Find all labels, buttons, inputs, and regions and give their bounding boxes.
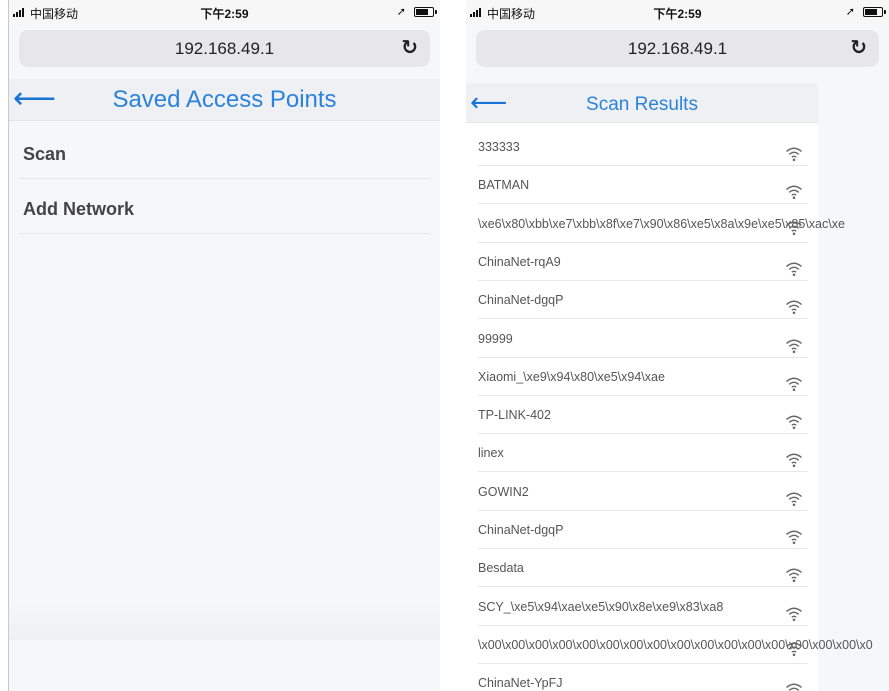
network-row[interactable]: TP-LINK-402 <box>478 396 818 435</box>
network-row[interactable]: 333333 <box>478 128 818 166</box>
wifi-icon <box>785 675 803 691</box>
network-row[interactable]: ChinaNet-rqA9 <box>478 243 818 281</box>
location-arrow-icon: ➚ <box>845 6 855 18</box>
scan-results-screen: 中国移动 下午2:59 ➚ 192.168.49.1 ↻ ⟵ Scan Resu… <box>466 0 889 691</box>
wifi-icon <box>785 139 803 162</box>
url-text: 192.168.49.1 <box>627 39 728 58</box>
address-bar[interactable]: 192.168.49.1 ↻ <box>476 30 879 67</box>
network-ssid: TP-LINK-402 <box>478 408 551 423</box>
saved-access-points-screen: 中国移动 下午2:59 ➚ 192.168.49.1 ↻ ⟵ Saved Acc… <box>8 0 440 691</box>
reload-icon[interactable]: ↻ <box>850 30 867 67</box>
network-ssid: GOWIN2 <box>478 484 529 499</box>
network-ssid: ChinaNet-dgqP <box>478 293 564 308</box>
network-ssid: \x00\x00\x00\x00\x00\x00\x00\x00\x00\x00… <box>478 637 873 652</box>
network-row[interactable]: linex <box>478 434 818 473</box>
network-row[interactable]: \xe6\x80\xbb\xe7\xbb\x8f\xe7\x90\x86\xe5… <box>478 205 845 243</box>
network-ssid: SCY_\xe5\x94\xae\xe5\x90\x8e\xe9\x83\xa8 <box>478 599 724 614</box>
wifi-icon <box>785 331 803 353</box>
app-header: ⟵ Saved Access Points <box>9 79 440 121</box>
network-ssid: Besdata <box>478 561 524 576</box>
network-ssid: Xiaomi_\xe9\x94\x80\xe5\x94\xae <box>478 369 665 384</box>
menu-item-scan[interactable]: Scan <box>9 129 440 179</box>
wifi-icon <box>785 292 803 315</box>
address-bar[interactable]: 192.168.49.1 ↻ <box>19 30 430 67</box>
status-bar: 中国移动 下午2:59 ➚ <box>9 0 440 24</box>
network-row[interactable]: ChinaNet-dgqP <box>478 281 818 320</box>
wifi-icon <box>785 560 803 583</box>
network-row[interactable]: SCY_\xe5\x94\xae\xe5\x90\x8e\xe9\x83\xa8 <box>478 588 818 626</box>
wifi-icon <box>785 369 803 391</box>
url-text: 192.168.49.1 <box>174 39 275 58</box>
wifi-icon <box>785 407 803 430</box>
network-row[interactable]: GOWIN2 <box>478 473 818 511</box>
page-title: Saved Access Points <box>112 86 337 113</box>
wifi-icon <box>785 213 803 235</box>
network-ssid: ChinaNet-dgqP <box>478 523 564 537</box>
network-row[interactable]: ChinaNet-dgqP <box>478 511 818 549</box>
location-arrow-icon: ➚ <box>396 6 406 18</box>
network-ssid: ChinaNet-rqA9 <box>478 254 561 269</box>
network-row[interactable]: BATMAN <box>478 166 818 205</box>
status-time: 下午2:59 <box>200 7 249 21</box>
battery-icon <box>863 7 886 17</box>
network-row[interactable]: Xiaomi_\xe9\x94\x80\xe5\x94\xae <box>478 358 818 396</box>
network-row[interactable]: ChinaNet-YpFJ <box>478 664 818 691</box>
status-bar: 中国移动 下午2:59 ➚ <box>466 0 889 24</box>
network-ssid: BATMAN <box>478 178 530 193</box>
network-ssid: linex <box>478 446 504 461</box>
wifi-icon <box>785 522 803 545</box>
wifi-icon <box>785 177 803 200</box>
status-time: 下午2:59 <box>653 7 702 21</box>
network-row[interactable]: Besdata <box>478 549 818 588</box>
network-row[interactable]: \x00\x00\x00\x00\x00\x00\x00\x00\x00\x00… <box>478 626 873 664</box>
reload-icon[interactable]: ↻ <box>401 30 418 67</box>
wifi-icon <box>785 445 803 468</box>
wifi-icon <box>785 484 803 506</box>
network-ssid: ChinaNet-YpFJ <box>478 676 563 691</box>
wifi-icon <box>785 599 803 621</box>
menu-item-add-network[interactable]: Add Network <box>9 184 440 234</box>
background-fade <box>9 600 440 640</box>
app-header: ⟵ Scan Results <box>466 83 818 123</box>
battery-icon <box>414 7 437 17</box>
wifi-icon <box>785 254 803 276</box>
network-row[interactable]: 99999 <box>478 320 818 358</box>
network-ssid: 99999 <box>478 331 513 346</box>
network-ssid: 333333 <box>478 140 520 154</box>
page-title: Scan Results <box>586 94 698 115</box>
wifi-icon <box>785 634 803 656</box>
